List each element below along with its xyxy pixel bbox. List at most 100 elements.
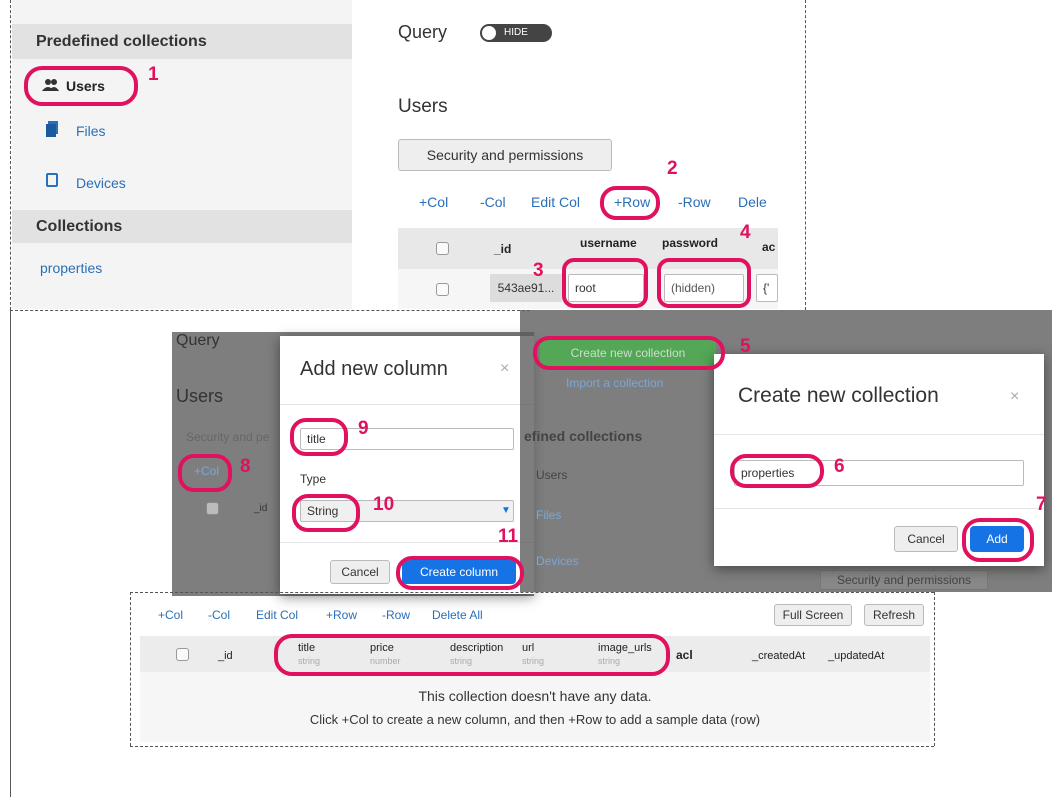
edit-col-link[interactable]: Edit Col (531, 194, 580, 210)
frame-border (934, 592, 935, 746)
callout-number-6: 6 (834, 456, 845, 477)
remove-col-link[interactable]: -Col (480, 194, 506, 210)
callout-add-row (600, 186, 660, 220)
sidebar-item-label: Devices (76, 175, 126, 191)
callout-new-columns (274, 634, 670, 676)
cell-acl[interactable]: {' (756, 274, 778, 302)
callout-number-11: 11 (498, 526, 519, 547)
bg-security-button: Security and permissions (820, 570, 988, 590)
sidebar-item-label: Files (76, 123, 106, 139)
sidebar: Predefined collections Users Files Devic… (12, 0, 352, 309)
callout-add-col (178, 454, 232, 492)
empty-message-line1: This collection doesn't have any data. (418, 688, 652, 704)
select-all-checkbox[interactable] (176, 648, 189, 661)
callout-password (657, 258, 751, 308)
select-all-checkbox[interactable] (436, 242, 449, 255)
column-header-acl: acl (676, 648, 693, 662)
sidebar-item-devices[interactable]: Devices (46, 170, 186, 198)
bg-predefined-header: efined collections (524, 428, 643, 444)
callout-number-7: 7 (1036, 494, 1047, 515)
empty-state: This collection doesn't have any data. C… (140, 672, 930, 742)
modal-title: Create new collection (738, 384, 939, 407)
add-col-link[interactable]: +Col (419, 194, 448, 210)
callout-number-10: 10 (373, 494, 395, 515)
edit-col-link[interactable]: Edit Col (256, 608, 298, 622)
delete-all-link[interactable]: Dele (738, 194, 767, 210)
bg-devices-item: Devices (536, 554, 579, 568)
divider (280, 542, 534, 543)
callout-collection-name (730, 454, 824, 488)
column-header-password: password (662, 236, 719, 250)
callout-create-column (396, 556, 524, 590)
toggle-knob (482, 26, 496, 40)
sidebar-item-properties[interactable]: properties (40, 260, 102, 276)
frame-border (805, 0, 806, 310)
bg-security-button: Security and pe (186, 430, 270, 444)
callout-type-select (292, 494, 360, 532)
remove-row-link[interactable]: -Row (382, 608, 410, 622)
callout-create-collection (533, 336, 725, 370)
frame-border (130, 746, 934, 747)
bg-id-header: _id (254, 503, 268, 514)
cancel-button[interactable]: Cancel (330, 560, 390, 584)
add-col-link[interactable]: +Col (158, 608, 183, 622)
callout-number-2: 2 (667, 158, 678, 179)
collections-header: Collections (36, 218, 123, 235)
callout-number-1: 1 (148, 64, 159, 85)
bg-files-item: Files (536, 508, 562, 522)
bg-checkbox (206, 502, 219, 515)
column-header-acl: ac (762, 240, 776, 254)
query-label: Query (398, 22, 448, 42)
page-title: Users (398, 96, 448, 117)
callout-username (562, 258, 648, 308)
frame-border (10, 310, 530, 311)
bg-page-title: Users (176, 386, 224, 406)
close-icon[interactable]: × (500, 360, 509, 378)
bg-query-label: Query (176, 332, 220, 349)
callout-number-4: 4 (740, 222, 751, 243)
divider (714, 434, 1044, 435)
toggle-label: HIDE (504, 27, 528, 38)
add-row-link[interactable]: +Row (326, 608, 357, 622)
cancel-button[interactable]: Cancel (894, 526, 958, 552)
remove-col-link[interactable]: -Col (208, 608, 230, 622)
files-icon (46, 121, 58, 142)
callout-add-button (962, 518, 1034, 562)
callout-number-3: 3 (533, 260, 544, 281)
frame-border (10, 0, 11, 310)
callout-column-name (290, 418, 348, 456)
divider (280, 404, 534, 405)
bg-import-link: Import a collection (566, 376, 664, 390)
chevron-down-icon: ▼ (501, 505, 511, 516)
column-header-username: username (580, 236, 637, 250)
security-permissions-button[interactable]: Security and permissions (398, 139, 612, 171)
divider (714, 508, 1044, 509)
refresh-button[interactable]: Refresh (864, 604, 924, 626)
empty-message-line2: Click +Col to create a new column, and t… (309, 712, 761, 727)
frame-border (130, 592, 131, 746)
predefined-header: Predefined collections (36, 33, 207, 50)
device-icon (46, 173, 58, 192)
bg-users-item: Users (536, 468, 568, 482)
query-toggle[interactable]: HIDE (480, 24, 552, 42)
callout-number-8: 8 (240, 456, 251, 477)
callout-number-5: 5 (740, 336, 751, 357)
delete-all-link[interactable]: Delete All (432, 608, 483, 622)
column-header-id: _id (494, 242, 512, 256)
type-label: Type (300, 472, 327, 486)
sidebar-item-files[interactable]: Files (46, 118, 186, 146)
column-header-id: _id (218, 650, 233, 662)
close-icon[interactable]: × (1010, 388, 1019, 406)
frame-border (130, 592, 934, 593)
section-header: Predefined collections (12, 24, 352, 59)
modal-title: Add new column (300, 358, 448, 380)
column-header-created-at: _createdAt (752, 650, 806, 662)
remove-row-link[interactable]: -Row (678, 194, 711, 210)
cell-id: 543ae91... (490, 274, 562, 302)
section-header: Collections (12, 210, 352, 243)
callout-users (24, 66, 138, 106)
full-screen-button[interactable]: Full Screen (774, 604, 852, 626)
callout-number-9: 9 (358, 418, 369, 439)
row-checkbox[interactable] (436, 283, 449, 296)
column-header-updated-at: _updatedAt (828, 650, 885, 662)
